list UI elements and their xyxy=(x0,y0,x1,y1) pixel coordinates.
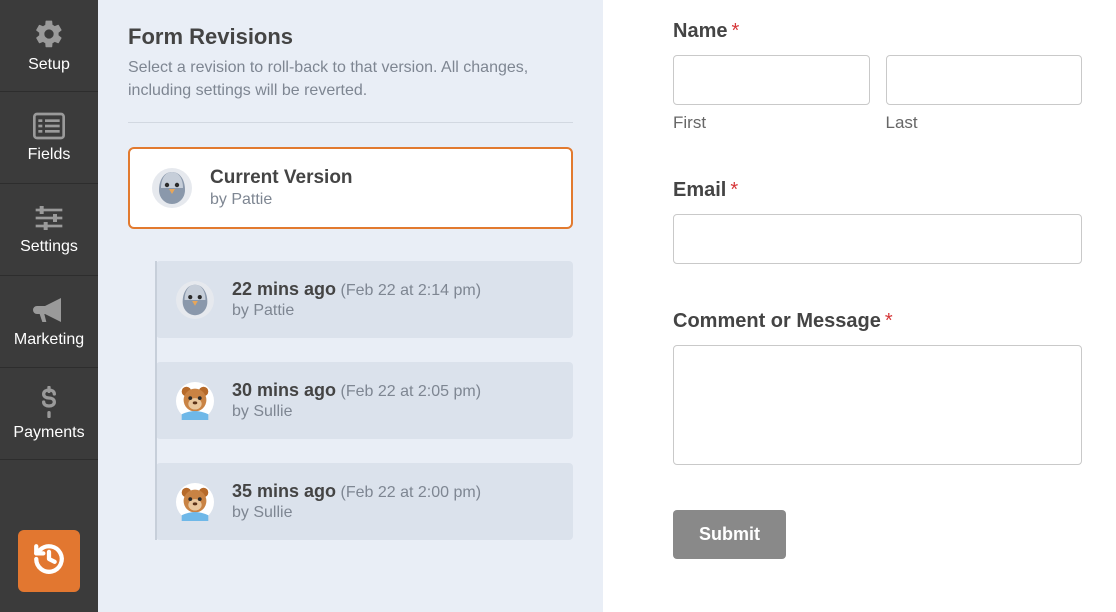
revision-entry[interactable]: 35 mins ago (Feb 22 at 2:00 pm) by Sulli… xyxy=(156,463,573,540)
revision-entry[interactable]: 22 mins ago (Feb 22 at 2:14 pm) by Patti… xyxy=(156,261,573,338)
revision-timeline: 22 mins ago (Feb 22 at 2:14 pm) by Patti… xyxy=(156,261,573,540)
revisions-description: Select a revision to roll-back to that v… xyxy=(128,56,573,102)
avatar-pigeon-icon xyxy=(152,168,192,208)
sliders-icon xyxy=(33,204,65,232)
revision-entry[interactable]: 30 mins ago (Feb 22 at 2:05 pm) by Sulli… xyxy=(156,362,573,439)
sidebar-item-setup[interactable]: Setup xyxy=(0,0,98,92)
last-sublabel: Last xyxy=(886,113,1083,133)
revision-time: 22 mins ago xyxy=(232,279,336,299)
comment-textarea[interactable] xyxy=(673,345,1082,465)
required-mark: * xyxy=(730,179,738,201)
submit-button[interactable]: Submit xyxy=(673,510,786,559)
avatar-bear-icon xyxy=(176,483,214,521)
email-input[interactable] xyxy=(673,214,1082,264)
gear-icon xyxy=(33,18,65,50)
sidebar-item-label: Settings xyxy=(20,238,78,256)
sidebar-item-fields[interactable]: Fields xyxy=(0,92,98,184)
list-icon xyxy=(33,112,65,140)
history-icon xyxy=(32,542,66,581)
revision-author: by Sullie xyxy=(232,504,481,522)
comment-label: Comment or Message* xyxy=(673,310,1082,333)
revision-current-title: Current Version xyxy=(210,167,353,189)
sidebar-item-label: Payments xyxy=(13,424,84,442)
divider xyxy=(128,122,573,123)
bullhorn-icon xyxy=(33,295,65,325)
sidebar-item-payments[interactable]: Payments xyxy=(0,368,98,460)
sidebar-item-marketing[interactable]: Marketing xyxy=(0,276,98,368)
sidebar-item-settings[interactable]: Settings xyxy=(0,184,98,276)
email-label: Email* xyxy=(673,179,1082,202)
builder-sidebar: Setup Fields Settings Marketing Payments xyxy=(0,0,98,612)
revisions-panel: Form Revisions Select a revision to roll… xyxy=(98,0,603,612)
revisions-history-button[interactable] xyxy=(18,530,80,592)
revision-current-author: by Pattie xyxy=(210,191,353,209)
first-name-input[interactable] xyxy=(673,55,870,105)
first-sublabel: First xyxy=(673,113,870,133)
revision-date: (Feb 22 at 2:05 pm) xyxy=(341,383,482,400)
avatar-pigeon-icon xyxy=(176,281,214,319)
sidebar-item-label: Setup xyxy=(28,56,70,74)
sidebar-item-label: Marketing xyxy=(14,331,84,349)
form-preview: Name* First Last Email* Comment or Messa… xyxy=(603,0,1116,612)
dollar-icon xyxy=(38,386,60,418)
revision-author: by Sullie xyxy=(232,403,481,421)
revision-current[interactable]: Current Version by Pattie xyxy=(128,147,573,229)
sidebar-item-label: Fields xyxy=(28,146,71,164)
revision-time: 30 mins ago xyxy=(232,380,336,400)
revisions-title: Form Revisions xyxy=(128,24,573,50)
required-mark: * xyxy=(731,20,739,42)
avatar-bear-icon xyxy=(176,382,214,420)
revision-date: (Feb 22 at 2:14 pm) xyxy=(341,282,482,299)
last-name-input[interactable] xyxy=(886,55,1083,105)
revision-time: 35 mins ago xyxy=(232,481,336,501)
required-mark: * xyxy=(885,310,893,332)
revision-date: (Feb 22 at 2:00 pm) xyxy=(341,484,482,501)
name-label: Name* xyxy=(673,20,1082,43)
revision-author: by Pattie xyxy=(232,302,481,320)
